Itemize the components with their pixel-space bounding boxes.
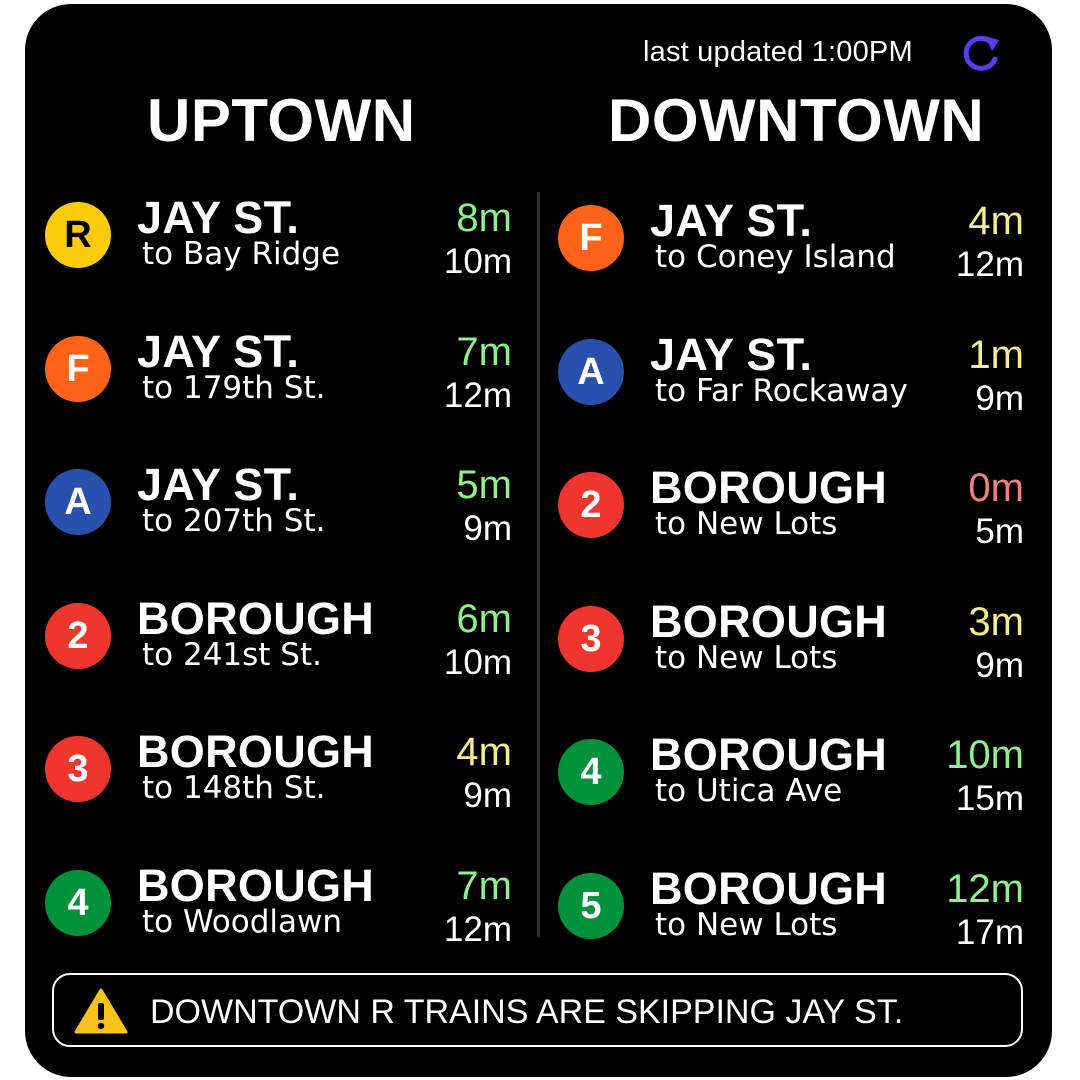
downtown-arrival-row[interactable]: 5 BOROUGH to New Lots 12m 17m: [25, 863, 1025, 973]
next-arrival: 12m: [946, 866, 1024, 911]
downtown-arrival-row[interactable]: 4 BOROUGH to Utica Ave 10m 15m: [25, 729, 1025, 839]
downtown-arrival-row[interactable]: 3 BOROUGH to New Lots 3m 9m: [25, 596, 1025, 706]
following-arrival: 17m: [955, 912, 1024, 952]
line-bullet-f: F: [558, 205, 624, 271]
last-updated-label: last updated 1:00PM: [643, 36, 913, 68]
line-bullet-2: 2: [558, 472, 624, 538]
downtown-title: DOWNTOWN: [608, 87, 985, 154]
downtown-arrival-row[interactable]: 2 BOROUGH to New Lots 0m 5m: [25, 462, 1025, 572]
following-arrival: 12m: [955, 245, 1024, 284]
refresh-icon[interactable]: [959, 32, 1003, 76]
arrivals-panel: last updated 1:00PM UPTOWN DOWNTOWN R JAY…: [25, 4, 1052, 1077]
warning-icon: [74, 988, 128, 1034]
following-arrival: 15m: [955, 779, 1024, 818]
line-bullet-a: A: [558, 338, 624, 405]
next-arrival: 10m: [946, 733, 1024, 777]
line-bullet-5: 5: [558, 872, 624, 939]
service-alert[interactable]: DOWNTOWN R TRAINS ARE SKIPPING JAY ST.: [52, 973, 1023, 1047]
uptown-title: UPTOWN: [147, 87, 416, 154]
alert-message: DOWNTOWN R TRAINS ARE SKIPPING JAY ST.: [150, 993, 904, 1031]
destination: to Utica Ave: [655, 773, 843, 809]
next-arrival: 0m: [968, 466, 1024, 510]
next-arrival: 3m: [968, 599, 1024, 644]
destination: to Coney Island: [655, 239, 896, 275]
destination: to New Lots: [655, 639, 838, 676]
following-arrival: 9m: [975, 645, 1024, 685]
following-arrival: 9m: [975, 378, 1024, 418]
following-arrival: 5m: [975, 512, 1024, 551]
line-bullet-3: 3: [558, 605, 624, 672]
next-arrival: 1m: [968, 332, 1024, 377]
destination: to New Lots: [655, 506, 838, 542]
downtown-arrival-row[interactable]: A JAY ST. to Far Rockaway 1m 9m: [25, 329, 1025, 439]
destination: to New Lots: [655, 906, 838, 943]
next-arrival: 4m: [968, 199, 1024, 243]
downtown-arrival-row[interactable]: F JAY ST. to Coney Island 4m 12m: [25, 195, 1025, 305]
line-bullet-4: 4: [558, 739, 624, 805]
destination: to Far Rockaway: [655, 372, 908, 409]
